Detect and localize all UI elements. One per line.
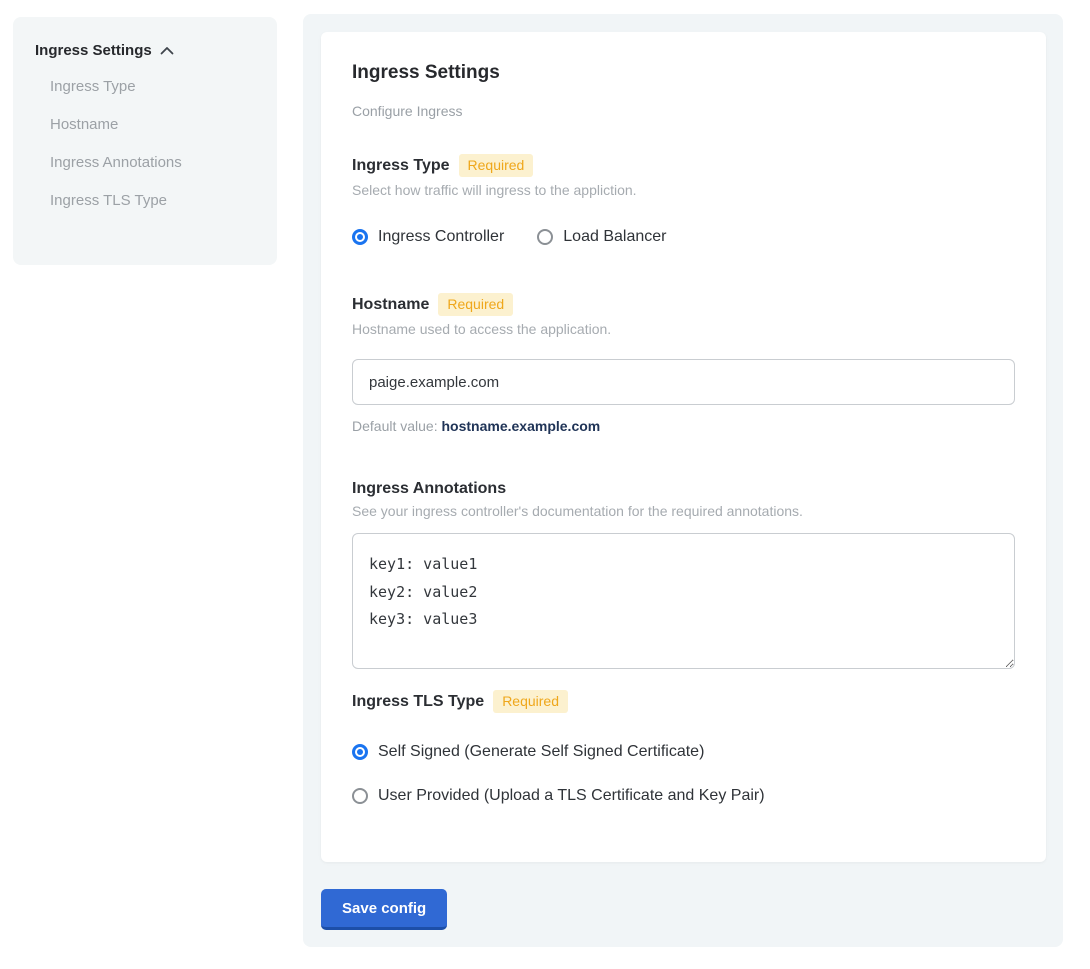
- required-badge: Required: [459, 154, 534, 177]
- hostname-default-prefix: Default value:: [352, 418, 442, 434]
- ingress-tls-radio-group: Self Signed (Generate Self Signed Certif…: [352, 743, 1015, 805]
- radio-selected-icon: [352, 744, 368, 760]
- ingress-annotations-help: See your ingress controller's documentat…: [352, 503, 1015, 519]
- sidebar-section-title: Ingress Settings: [35, 42, 152, 59]
- radio-selected-icon: [352, 229, 368, 245]
- ingress-annotations-textarea[interactable]: key1: value1 key2: value2 key3: value3: [352, 533, 1015, 669]
- ingress-annotations-label: Ingress Annotations: [352, 480, 506, 498]
- ingress-annotations-section: Ingress Annotations See your ingress con…: [352, 480, 1015, 669]
- hostname-default-value: hostname.example.com: [442, 418, 601, 434]
- required-badge: Required: [438, 293, 513, 316]
- save-config-button[interactable]: Save config: [321, 889, 447, 930]
- ingress-type-label: Ingress Type: [352, 157, 450, 175]
- hostname-default-line: Default value: hostname.example.com: [352, 418, 1015, 434]
- ingress-type-help: Select how traffic will ingress to the a…: [352, 182, 1015, 198]
- page-subtitle: Configure Ingress: [352, 103, 1015, 119]
- sidebar-items: Ingress Type Hostname Ingress Annotation…: [13, 67, 277, 219]
- settings-panel: Ingress Settings Configure Ingress Ingre…: [303, 14, 1063, 947]
- radio-unselected-icon: [537, 229, 553, 245]
- ingress-type-section: Ingress Type Required Select how traffic…: [352, 154, 1015, 246]
- settings-sidebar: Ingress Settings Ingress Type Hostname I…: [13, 17, 277, 265]
- hostname-label: Hostname: [352, 296, 429, 314]
- hostname-help: Hostname used to access the application.: [352, 321, 1015, 337]
- radio-load-balancer[interactable]: Load Balancer: [537, 228, 666, 246]
- ingress-type-radio-group: Ingress Controller Load Balancer: [352, 228, 1015, 246]
- hostname-section: Hostname Required Hostname used to acces…: [352, 293, 1015, 434]
- radio-user-provided[interactable]: User Provided (Upload a TLS Certificate …: [352, 787, 1015, 805]
- ingress-tls-type-section: Ingress TLS Type Required Self Signed (G…: [352, 690, 1015, 805]
- required-badge: Required: [493, 690, 568, 713]
- sidebar-item-ingress-tls-type[interactable]: Ingress TLS Type: [50, 181, 277, 219]
- sidebar-item-hostname[interactable]: Hostname: [50, 105, 277, 143]
- sidebar-item-ingress-type[interactable]: Ingress Type: [50, 67, 277, 105]
- chevron-up-icon: [160, 46, 174, 56]
- radio-self-signed[interactable]: Self Signed (Generate Self Signed Certif…: [352, 743, 1015, 761]
- sidebar-item-ingress-annotations[interactable]: Ingress Annotations: [50, 143, 277, 181]
- page-title: Ingress Settings: [352, 62, 1015, 84]
- ingress-settings-card: Ingress Settings Configure Ingress Ingre…: [321, 32, 1046, 862]
- ingress-tls-type-label: Ingress TLS Type: [352, 693, 484, 711]
- hostname-input[interactable]: [352, 359, 1015, 405]
- radio-unselected-icon: [352, 788, 368, 804]
- radio-ingress-controller[interactable]: Ingress Controller: [352, 228, 504, 246]
- sidebar-section-toggle[interactable]: Ingress Settings: [35, 42, 257, 59]
